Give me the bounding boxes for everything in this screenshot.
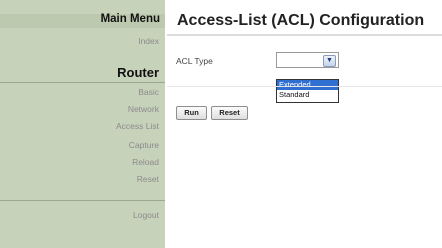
sidebar-item-access-list[interactable]: Access List	[116, 121, 159, 131]
menu-title: Main Menu	[100, 13, 160, 25]
sidebar-item-logout[interactable]: Logout	[133, 210, 159, 220]
form-row-divider	[167, 86, 442, 87]
sidebar-item-network[interactable]: Network	[128, 104, 159, 114]
reset-button[interactable]: Reset	[211, 106, 248, 120]
page-title: Access-List (ACL) Configuration	[177, 12, 425, 29]
chevron-down-icon[interactable]: ▼	[323, 55, 336, 67]
acl-type-dropdown[interactable]: Extended Standard	[276, 79, 339, 103]
dropdown-option-standard[interactable]: Standard	[277, 90, 338, 100]
acl-type-label: ACL Type	[176, 56, 213, 66]
sidebar-item-capture[interactable]: Capture	[129, 140, 159, 150]
run-button[interactable]: Run	[176, 106, 207, 120]
acl-type-select[interactable]: ▼	[276, 52, 339, 68]
sidebar-divider	[0, 200, 165, 201]
dropdown-option-extended[interactable]: Extended	[277, 80, 338, 90]
sidebar-item-reload[interactable]: Reload	[132, 157, 159, 167]
router-heading: Router	[117, 65, 159, 80]
sidebar: Main Menu Index Router Basic Network Acc…	[0, 0, 165, 248]
title-divider	[167, 34, 442, 36]
sidebar-item-reset[interactable]: Reset	[137, 174, 159, 184]
sidebar-item-index[interactable]: Index	[138, 36, 159, 46]
sidebar-item-basic[interactable]: Basic	[138, 87, 159, 97]
sidebar-divider	[0, 82, 165, 83]
